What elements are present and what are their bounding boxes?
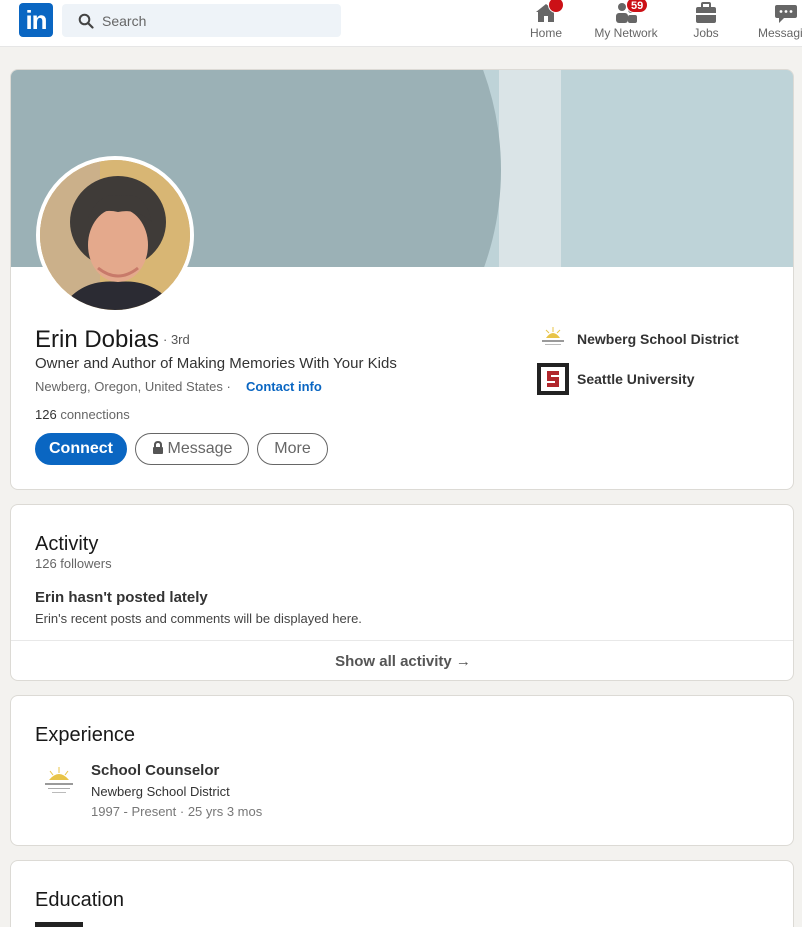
show-all-activity-link[interactable]: Show all activity → <box>11 653 793 670</box>
experience-org: Newberg School District <box>91 784 230 799</box>
nav-my-network[interactable]: 59 My Network <box>590 0 662 47</box>
nav-jobs-label: Jobs <box>693 26 719 40</box>
divider <box>11 640 793 641</box>
activity-card: Activity 126 followers Erin hasn't poste… <box>10 504 794 681</box>
connections-number: 126 <box>35 407 57 422</box>
home-notification-badge <box>548 0 564 13</box>
education-card: Education <box>10 860 794 927</box>
nav-jobs[interactable]: Jobs <box>682 0 730 47</box>
connections-count[interactable]: 126 connections <box>35 407 130 422</box>
activity-empty-title: Erin hasn't posted lately <box>35 589 208 606</box>
experience-card: Experience School Counselor Newberg Scho… <box>10 695 794 846</box>
activity-empty-description: Erin's recent posts and comments will be… <box>35 611 362 626</box>
profile-card: Erin Dobias · 3rd Owner and Author of Ma… <box>10 69 794 490</box>
search-placeholder: Search <box>102 13 147 29</box>
newberg-school-district-logo-icon <box>537 323 569 355</box>
seattle-university-logo-icon <box>537 363 569 395</box>
top-nav-bar: in Search Home 59 My Network Jobs Messag <box>0 0 802 47</box>
org-name: Newberg School District <box>577 331 739 347</box>
education-logo-icon <box>35 922 83 927</box>
nav-home[interactable]: Home <box>522 0 570 47</box>
experience-title: Experience <box>35 724 136 746</box>
connections-label: connections <box>60 407 130 422</box>
org-seattle-university[interactable]: Seattle University <box>537 363 767 395</box>
education-title: Education <box>35 889 124 911</box>
profile-location: Newberg, Oregon, United States · <box>35 379 231 394</box>
nav-home-label: Home <box>529 26 562 40</box>
message-button-label: Message <box>167 440 233 457</box>
profile-headline: Owner and Author of Making Memories With… <box>35 355 397 372</box>
network-notification-badge: 59 <box>626 0 649 13</box>
lock-icon <box>152 440 163 454</box>
briefcase-icon <box>696 2 716 23</box>
experience-dates: 1997 - Present · 25 yrs 3 mos <box>91 804 263 819</box>
org-newberg-school-district[interactable]: Newberg School District <box>537 323 767 355</box>
experience-job-title: School Counselor <box>91 762 220 779</box>
message-button[interactable]: Message <box>135 433 249 465</box>
newberg-school-district-logo-icon <box>39 764 79 804</box>
profile-name: Erin Dobias <box>35 326 160 353</box>
search-input[interactable]: Search <box>62 4 341 37</box>
nav-my-network-label: My Network <box>594 26 658 40</box>
chat-bubble-icon <box>775 5 797 23</box>
nav-messaging[interactable]: Messaging <box>756 0 802 47</box>
linkedin-logo-icon[interactable]: in <box>19 3 53 37</box>
search-icon <box>78 13 94 29</box>
nav-messaging-label: Messaging <box>758 26 802 40</box>
avatar[interactable] <box>36 156 194 314</box>
org-name: Seattle University <box>577 371 695 387</box>
followers-count[interactable]: 126 followers <box>35 556 112 571</box>
connection-degree: · 3rd <box>163 332 190 347</box>
contact-info-link[interactable]: Contact info <box>246 379 322 394</box>
connect-button[interactable]: Connect <box>35 433 127 465</box>
more-button[interactable]: More <box>257 433 328 465</box>
activity-title: Activity <box>35 533 99 555</box>
